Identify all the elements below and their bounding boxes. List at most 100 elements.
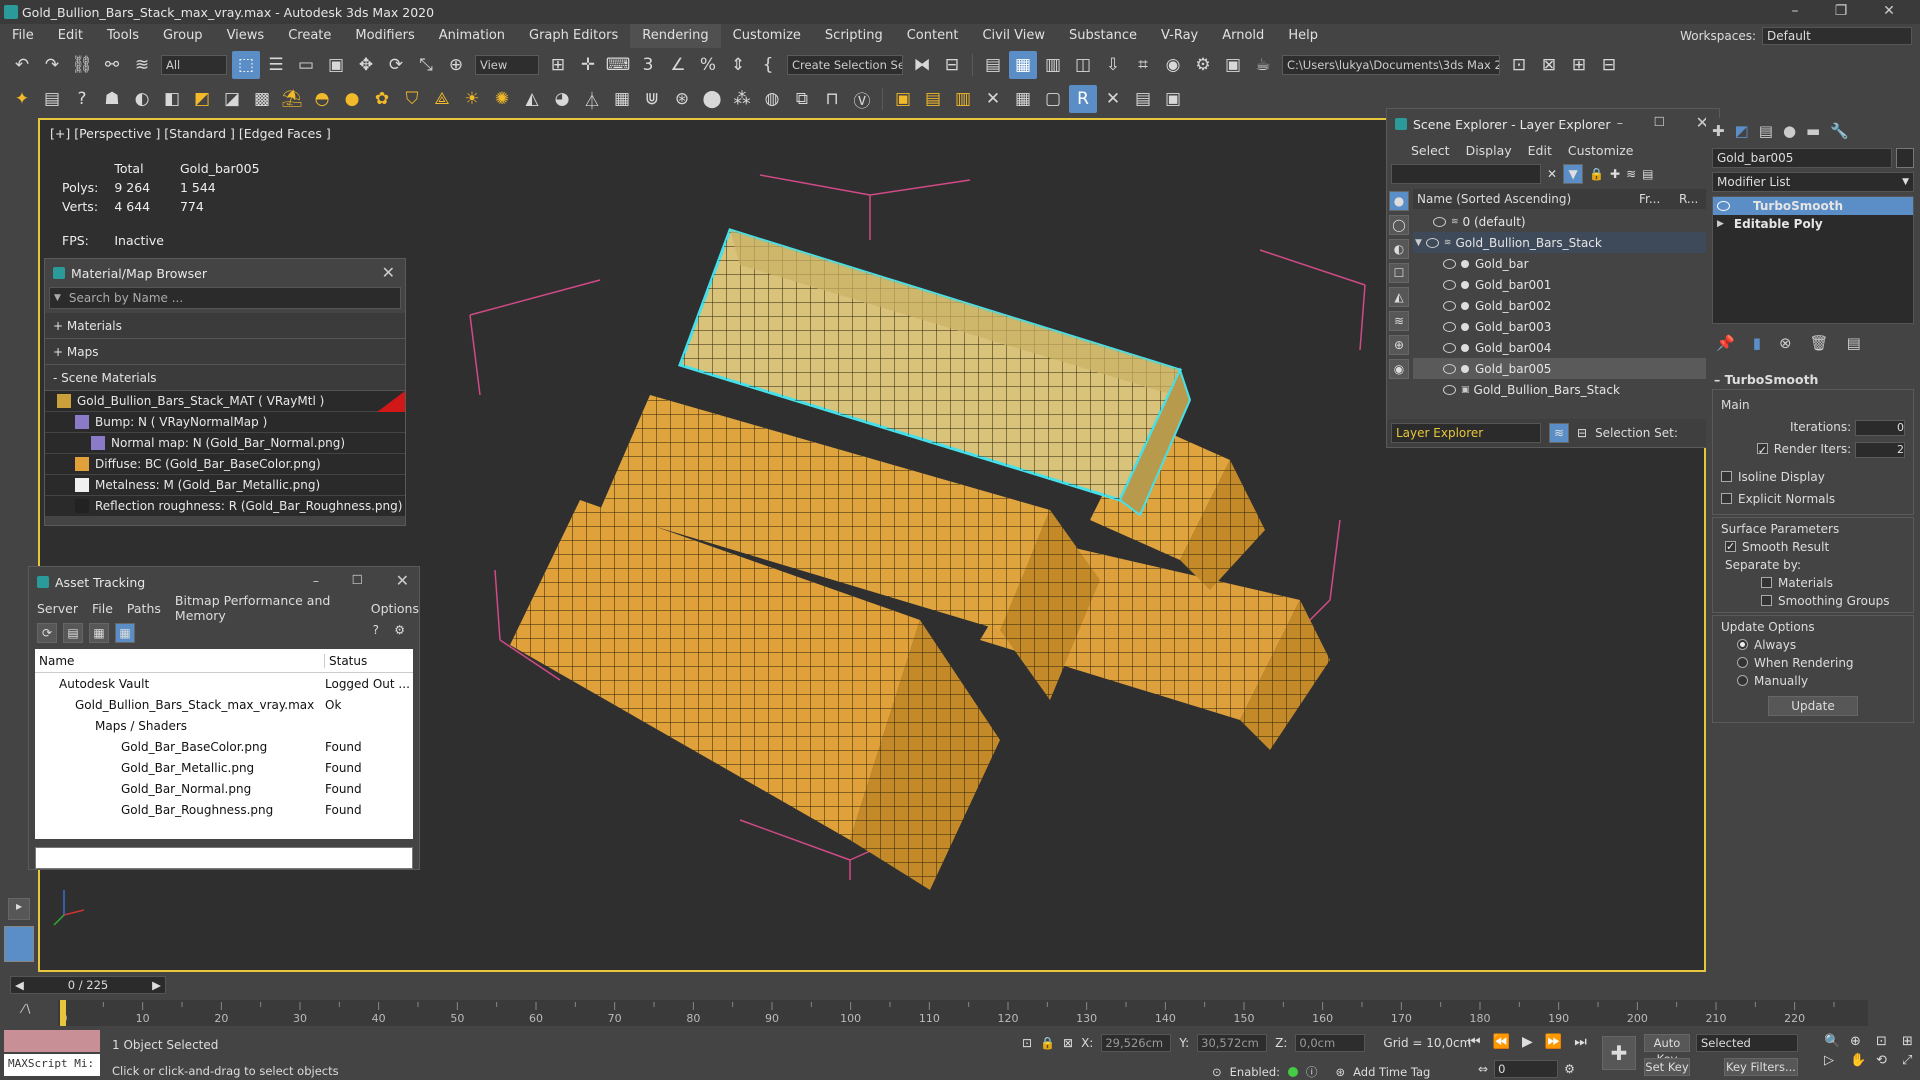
- display-geometry-icon[interactable]: ◯: [1389, 215, 1409, 235]
- explorer-type-dropdown[interactable]: Layer Explorer: [1391, 423, 1541, 443]
- vray-sunburst-icon[interactable]: ✺: [488, 85, 516, 113]
- asset-row[interactable]: Gold_Bar_Normal.png Found: [35, 778, 413, 799]
- z-coordinate-field[interactable]: 0,0cm: [1295, 1034, 1366, 1052]
- asset-menu-server[interactable]: Server: [37, 601, 78, 616]
- tree-row-object[interactable]: Gold_bar002: [1413, 295, 1719, 316]
- display-groups-icon[interactable]: ◉: [1389, 359, 1409, 379]
- layer-manager-icon[interactable]: ▤: [979, 51, 1007, 79]
- vray-physical-camera-icon[interactable]: ⏃: [578, 85, 606, 113]
- material-map-item[interactable]: Diffuse: BC (Gold_Bar_BaseColor.png): [45, 454, 405, 475]
- vray-proxy-icon[interactable]: ◪: [218, 85, 246, 113]
- key-set-dropdown[interactable]: Selected: [1696, 1034, 1798, 1052]
- vray-help-icon[interactable]: ?: [68, 85, 96, 113]
- display-cameras-icon[interactable]: ◭: [1389, 287, 1409, 307]
- tree-row-layer-stack[interactable]: ▼ ≋ Gold_Bullion_Bars_Stack: [1413, 232, 1719, 253]
- tree-row-container[interactable]: ▣ Gold_Bullion_Bars_Stack: [1413, 379, 1719, 400]
- rect-selection-icon[interactable]: ▭: [292, 51, 320, 79]
- vray-plane-icon[interactable]: ◭: [518, 85, 546, 113]
- tree-row-object[interactable]: Gold_bar001: [1413, 274, 1719, 295]
- explorer-col-render[interactable]: R...: [1679, 192, 1698, 206]
- select-object-icon[interactable]: ⬚: [232, 51, 260, 79]
- sphere-icon[interactable]: ⬤: [698, 85, 726, 113]
- maxscript-listener-input[interactable]: MAXScript Mi:: [4, 1054, 100, 1076]
- selection-lock-icon[interactable]: 🔒: [1040, 1036, 1055, 1050]
- set-key-large-icon[interactable]: ✚: [1602, 1036, 1636, 1070]
- vray-toolbar-icon[interactable]: ⊓: [818, 85, 846, 113]
- explorer-menu-display[interactable]: Display: [1466, 143, 1512, 158]
- pan-icon[interactable]: ✋: [1850, 1053, 1872, 1068]
- perspective-viewport[interactable]: [+] [Perspective ] [Standard ] [Edged Fa…: [28, 108, 1720, 972]
- display-warps-icon[interactable]: ⊕: [1389, 335, 1409, 355]
- x-coordinate-field[interactable]: 29,526cm: [1101, 1034, 1172, 1052]
- align-icon[interactable]: ⊟: [938, 51, 966, 79]
- railclone-icon[interactable]: R: [1069, 85, 1097, 113]
- vray-sun-icon[interactable]: ●: [338, 85, 366, 113]
- tree-row-object-selected[interactable]: Gold_bar005: [1413, 358, 1719, 379]
- asset-menu-paths[interactable]: Paths: [127, 601, 161, 616]
- adaptive-degradation-icon[interactable]: ⊙: [1212, 1065, 1222, 1079]
- forest-icon[interactable]: ✕: [1099, 85, 1127, 113]
- edit-named-sets-icon[interactable]: {: [754, 51, 782, 79]
- panel-icon[interactable]: ▣: [1159, 85, 1187, 113]
- zoom-extents-icon[interactable]: ⊡: [1876, 1034, 1898, 1049]
- play-icon[interactable]: ▶: [1522, 1034, 1533, 1050]
- tree-row-object[interactable]: Gold_bar004: [1413, 337, 1719, 358]
- percent-snap-icon[interactable]: %: [694, 51, 722, 79]
- show-end-result-icon[interactable]: ▮: [1753, 334, 1761, 352]
- new-layer-icon[interactable]: ✚: [1610, 167, 1620, 181]
- remove-modifier-icon[interactable]: 🗑: [1810, 334, 1829, 352]
- undo-icon[interactable]: ↶: [8, 51, 36, 79]
- set-project-icon[interactable]: ⊠: [1535, 51, 1563, 79]
- minimize-icon[interactable]: –: [1617, 115, 1623, 130]
- zoom-extents-all-icon[interactable]: ⊞: [1902, 1034, 1920, 1049]
- expand-chevron-icon[interactable]: ▶: [1717, 219, 1724, 229]
- vray-ies-icon[interactable]: ✿: [368, 85, 396, 113]
- absolute-mode-icon[interactable]: ⊠: [1063, 1036, 1073, 1050]
- project-path-dropdown[interactable]: C:\Users\lukya\Documents\3ds Max 2022: [1282, 55, 1500, 75]
- menu-civil-view[interactable]: Civil View: [970, 24, 1057, 48]
- next-key-icon[interactable]: ⏩: [1545, 1034, 1562, 1050]
- scene-explorer-icon[interactable]: ▦: [1009, 51, 1037, 79]
- isolate-selection-icon[interactable]: ⊡: [1022, 1036, 1032, 1050]
- layer-explorer-icon[interactable]: ≋: [1549, 423, 1569, 443]
- selection-filter-dropdown[interactable]: All: [161, 55, 227, 75]
- place-icon[interactable]: ⊕: [442, 51, 470, 79]
- visibility-eye-icon[interactable]: [1443, 342, 1456, 353]
- explorer-menu-customize[interactable]: Customize: [1568, 143, 1634, 158]
- menu-vray[interactable]: V-Ray: [1149, 24, 1210, 48]
- vray-frame-buffer-icon[interactable]: ▤: [38, 85, 66, 113]
- list-view-icon[interactable]: ▤: [63, 623, 83, 643]
- curve-editor-icon[interactable]: ◫: [1069, 51, 1097, 79]
- maxscript-listener-top[interactable]: [4, 1030, 100, 1052]
- current-frame-marker[interactable]: [60, 1000, 66, 1026]
- selection-set-dropdown[interactable]: Create Selection Se: [787, 55, 903, 75]
- asset-col-name[interactable]: Name: [35, 653, 325, 668]
- maximize-icon[interactable]: ☐: [352, 572, 363, 587]
- asset-menu-options[interactable]: Options: [371, 601, 419, 616]
- close-button[interactable]: ✕: [1866, 0, 1912, 24]
- render-iters-checkbox[interactable]: [1756, 440, 1768, 462]
- tree-view-icon[interactable]: ▦: [89, 623, 109, 643]
- asset-row[interactable]: Maps / Shaders: [35, 715, 413, 736]
- asset-menu-file[interactable]: File: [92, 601, 113, 616]
- angle-snap-icon[interactable]: ∠: [664, 51, 692, 79]
- set-key-button[interactable]: Set Key: [1644, 1058, 1690, 1076]
- vray-clipper-icon[interactable]: ⊛: [668, 85, 696, 113]
- menu-substance[interactable]: Substance: [1057, 24, 1149, 48]
- hierarchy-tab-icon[interactable]: ▤: [1759, 122, 1773, 140]
- time-tag-icon[interactable]: ⊛: [1336, 1065, 1346, 1079]
- select-by-name-icon[interactable]: ☰: [262, 51, 290, 79]
- menu-customize[interactable]: Customize: [721, 24, 813, 48]
- vray-logo-icon[interactable]: ✦: [8, 85, 36, 113]
- display-lights-icon[interactable]: ☐: [1389, 263, 1409, 283]
- separate-materials-checkbox[interactable]: [1761, 577, 1772, 588]
- rotate-icon[interactable]: ⟳: [382, 51, 410, 79]
- update-always-radio[interactable]: [1737, 639, 1748, 650]
- viewport-layout-icon[interactable]: [4, 926, 34, 962]
- lock-icon[interactable]: 🔒: [1589, 167, 1604, 181]
- asset-row[interactable]: Gold_Bullion_Bars_Stack_max_vray.max Ok: [35, 694, 413, 715]
- material-map-item[interactable]: Reflection roughness: R (Gold_Bar_Roughn…: [45, 496, 405, 517]
- render-setup-icon[interactable]: ⚙: [1189, 51, 1217, 79]
- maximize-icon[interactable]: ☐: [1654, 114, 1665, 129]
- asset-row[interactable]: Gold_Bar_Roughness.png Found: [35, 799, 413, 820]
